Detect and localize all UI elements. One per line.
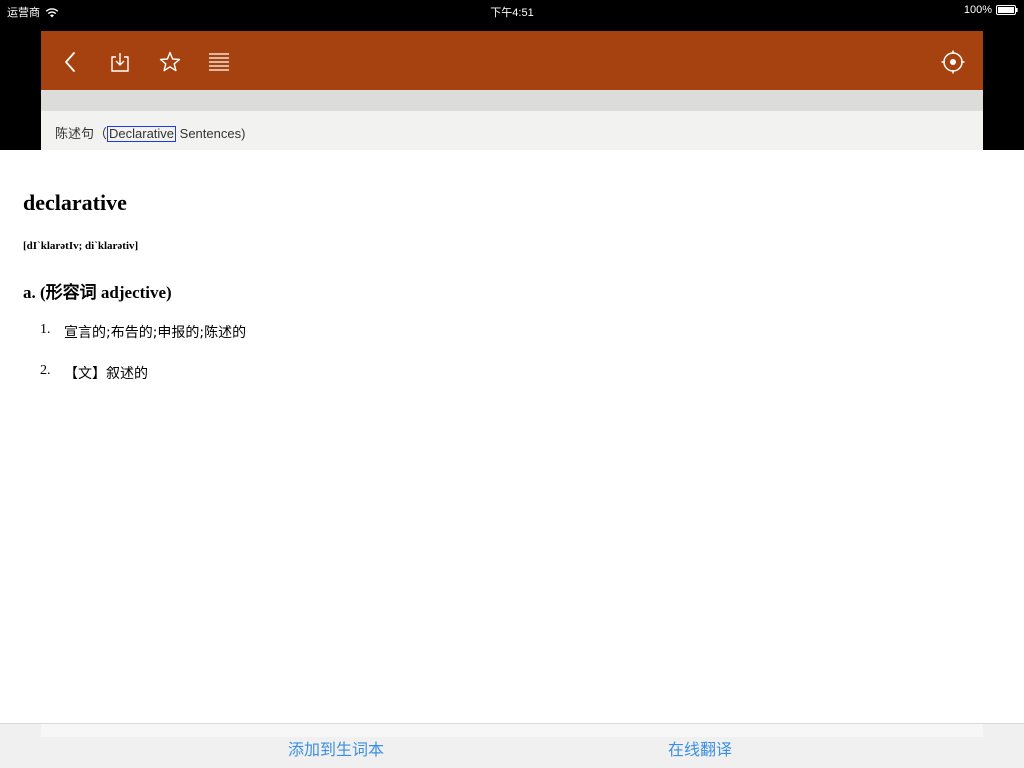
definition-list: 1. 宣言的;布告的;申报的;陈述的 2. 【文】叙述的 [40,322,246,404]
bottom-bar-backdrop [41,724,983,737]
phonetic-transcription: [dI`klarətIv; di`klarətiv] [23,240,139,252]
screen: 运营商 下午4:51 100% 陈述句（ Declarative Sentenc… [0,0,1024,768]
definition-text: 【文】叙述的 [64,366,148,382]
definition-text: 宣言的;布告的;申报的;陈述的 [64,325,247,341]
battery-icon [996,5,1018,15]
sentence-text: 陈述句（ Declarative Sentences) [55,123,245,142]
favorite-button[interactable] [158,50,182,74]
sentence-suffix: Sentences) [176,126,246,141]
status-bar: 运营商 下午4:51 100% [0,0,1024,22]
back-icon [65,52,75,72]
battery-percent: 100% [963,4,992,16]
download-icon [111,53,129,72]
status-time: 下午4:51 [490,7,534,19]
definition-item: 1. 宣言的;布告的;申报的;陈述的 [40,322,246,363]
definition-number: 2. [40,363,51,378]
download-button[interactable] [108,50,132,74]
dictionary-headword: declarative [23,190,127,215]
online-translate-button[interactable]: 在线翻译 [668,736,732,760]
definition-item: 2. 【文】叙述的 [40,363,246,404]
list-icon [209,53,229,71]
locate-button[interactable] [941,50,965,74]
definition-number: 1. [40,322,51,337]
highlighted-word[interactable]: Declarative [107,126,177,142]
contents-button[interactable] [207,50,231,74]
status-battery-group: 100% [964,4,1018,16]
part-of-speech: a. (形容词 adjective) [23,283,172,302]
star-icon [159,51,181,72]
target-icon [941,50,965,74]
toolbar [41,31,983,90]
add-to-wordbook-button[interactable]: 添加到生词本 [288,736,384,760]
toolbar-shadow [41,90,983,111]
sentence-prefix: 陈述句（ [55,126,108,141]
back-button[interactable] [59,50,83,74]
sentence-row: 陈述句（ Declarative Sentences) [41,111,983,150]
dictionary-popover: declarative [dI`klarətIv; di`klarətiv] a… [0,150,1024,723]
bottom-action-bar: 添加到生词本 在线翻译 [0,723,1024,768]
